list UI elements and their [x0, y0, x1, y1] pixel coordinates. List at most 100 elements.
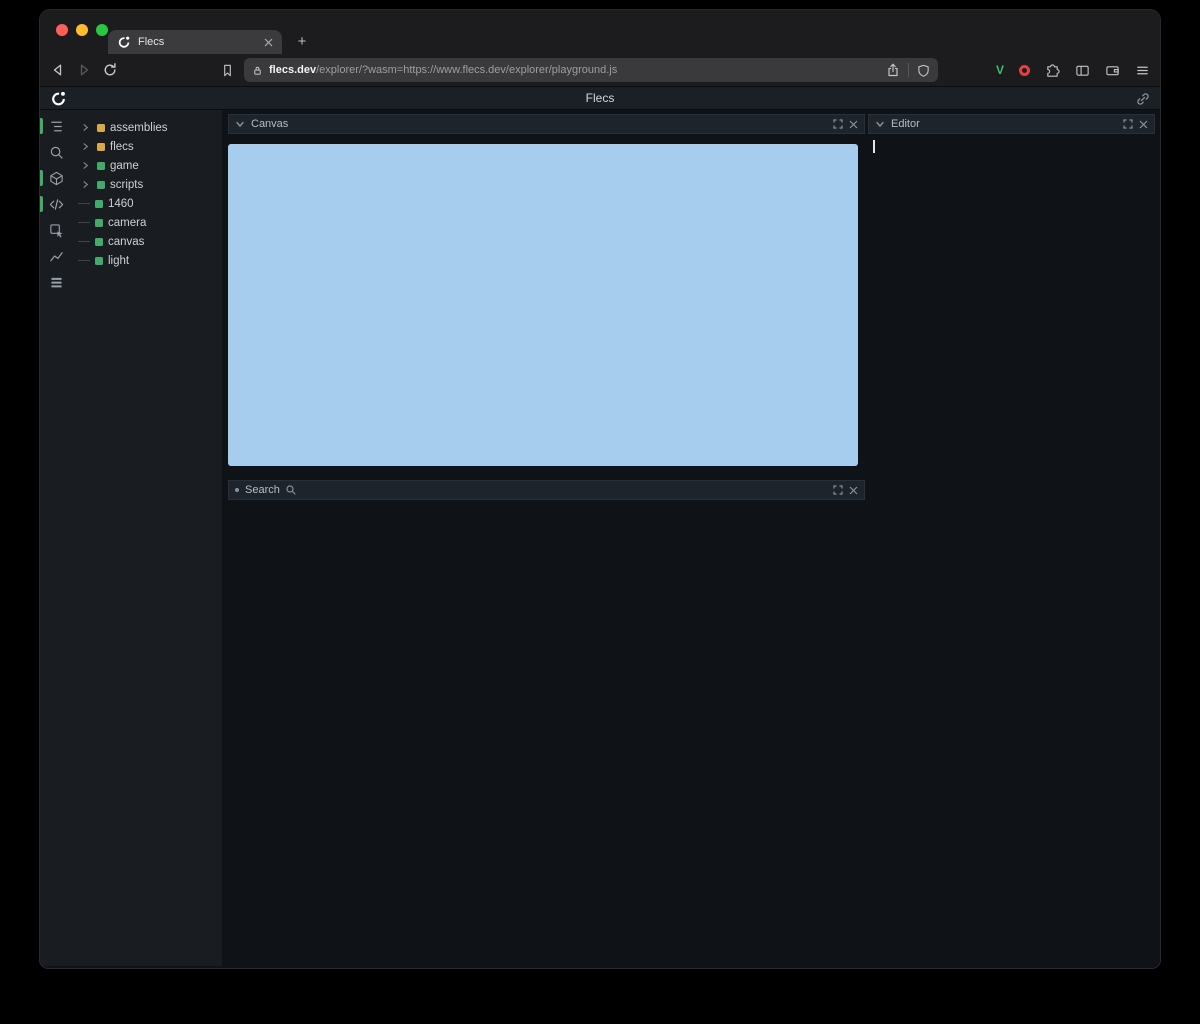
entity-color-swatch	[95, 238, 103, 246]
tree-item[interactable]: game	[72, 156, 222, 175]
chevron-right-icon[interactable]	[78, 123, 92, 132]
canvas-panel: Canvas	[228, 114, 865, 466]
chevron-down-icon[interactable]	[235, 119, 245, 129]
share-icon[interactable]	[886, 63, 900, 77]
tree-connector	[78, 222, 90, 223]
active-indicator	[40, 118, 43, 134]
collapsed-dot-icon[interactable]	[235, 488, 239, 492]
chevron-right-icon[interactable]	[78, 161, 92, 170]
chevron-right-icon[interactable]	[78, 142, 92, 151]
cube-icon	[49, 171, 64, 186]
address-bar[interactable]: flecs.dev/explorer/?wasm=https://www.fle…	[244, 58, 938, 82]
tab-title: Flecs	[138, 36, 257, 48]
app-header: Flecs	[40, 86, 1160, 110]
tree-item-label: game	[110, 160, 139, 172]
window-close-button[interactable]	[56, 24, 68, 36]
extension-circle-icon[interactable]	[1019, 65, 1030, 76]
app-body: assemblies flecs game scripts 1460	[40, 110, 1160, 966]
rail-item-search[interactable]	[40, 144, 72, 160]
entity-color-swatch	[97, 181, 105, 189]
active-indicator	[40, 170, 43, 186]
tree-item-label: light	[108, 255, 129, 267]
inspect-cursor-icon	[49, 223, 64, 238]
flecs-logo-icon	[50, 90, 67, 107]
page-title: Flecs	[586, 91, 615, 105]
tab-close-icon[interactable]	[264, 38, 273, 47]
search-icon	[49, 145, 64, 160]
entity-color-swatch	[97, 162, 105, 170]
browser-tab[interactable]: Flecs	[108, 30, 282, 54]
tree-item[interactable]: light	[72, 251, 222, 270]
entity-color-swatch	[97, 124, 105, 132]
rail-item-code-editor[interactable]	[40, 196, 72, 212]
tree-item-label: flecs	[110, 141, 134, 153]
tree-item[interactable]: 1460	[72, 194, 222, 213]
wallet-icon[interactable]	[1105, 63, 1120, 78]
tree-connector	[78, 260, 90, 261]
menu-icon[interactable]	[1135, 63, 1150, 78]
canvas-panel-header[interactable]: Canvas	[228, 114, 865, 134]
window-minimize-button[interactable]	[76, 24, 88, 36]
rail-item-charts[interactable]	[40, 248, 72, 264]
close-icon[interactable]	[849, 486, 858, 495]
editor-panel-header[interactable]: Editor	[868, 114, 1155, 134]
sidebar-rail	[40, 110, 72, 966]
tree-item[interactable]: scripts	[72, 175, 222, 194]
browser-tab-strip: Flecs +	[40, 10, 1160, 54]
tree-item[interactable]: camera	[72, 213, 222, 232]
editor-panel: Editor	[868, 114, 1155, 962]
close-icon[interactable]	[849, 120, 858, 129]
chevron-down-icon[interactable]	[875, 119, 885, 129]
expand-icon[interactable]	[833, 119, 843, 129]
entity-color-swatch	[95, 200, 103, 208]
forward-button[interactable]	[76, 62, 92, 78]
search-icon	[286, 485, 296, 495]
chart-icon	[49, 249, 64, 264]
puzzle-extensions-icon[interactable]	[1045, 63, 1060, 78]
code-editor-area[interactable]	[868, 134, 1155, 954]
share-link-icon[interactable]	[1136, 92, 1150, 106]
lock-icon	[252, 65, 263, 76]
bookmark-icon[interactable]	[220, 63, 235, 78]
back-button[interactable]	[50, 62, 66, 78]
search-panel-header[interactable]: Search	[228, 480, 865, 500]
reload-button[interactable]	[102, 62, 118, 78]
tree-item[interactable]: canvas	[72, 232, 222, 251]
url-path: /explorer/?wasm=https://www.flecs.dev/ex…	[316, 64, 617, 76]
tree-item-label: canvas	[108, 236, 144, 248]
close-icon[interactable]	[1139, 120, 1148, 129]
code-icon	[49, 197, 64, 212]
window-zoom-button[interactable]	[96, 24, 108, 36]
rail-item-stats[interactable]	[40, 274, 72, 290]
tree-item-label: camera	[108, 217, 146, 229]
chevron-right-icon[interactable]	[78, 180, 92, 189]
webgl-canvas[interactable]	[228, 144, 858, 466]
panel-title: Canvas	[251, 118, 288, 130]
entity-tree-panel: assemblies flecs game scripts 1460	[72, 110, 222, 966]
shield-icon[interactable]	[917, 64, 930, 77]
expand-icon[interactable]	[1123, 119, 1133, 129]
tree-item-label: scripts	[110, 179, 143, 191]
search-panel: Search	[228, 480, 865, 500]
tree-connector	[78, 203, 90, 204]
stats-icon	[49, 275, 64, 290]
browser-toolbar: flecs.dev/explorer/?wasm=https://www.fle…	[40, 54, 1160, 86]
main-content: Canvas Search	[222, 110, 1160, 966]
rail-item-entities-3d[interactable]	[40, 170, 72, 186]
expand-icon[interactable]	[833, 485, 843, 495]
browser-window: Flecs +	[40, 10, 1160, 968]
rail-item-inspect[interactable]	[40, 222, 72, 238]
panel-title: Editor	[891, 118, 920, 130]
tree-icon	[49, 119, 64, 134]
tree-connector	[78, 241, 90, 242]
active-indicator	[40, 196, 43, 212]
panel-title: Search	[245, 484, 280, 496]
new-tab-button[interactable]: +	[292, 32, 312, 52]
rail-item-entity-tree[interactable]	[40, 118, 72, 134]
extension-v-icon[interactable]: V	[996, 63, 1004, 77]
sidebar-toggle-icon[interactable]	[1075, 63, 1090, 78]
tree-item-label: assemblies	[110, 122, 168, 134]
tree-item[interactable]: flecs	[72, 137, 222, 156]
tree-item[interactable]: assemblies	[72, 118, 222, 137]
entity-color-swatch	[97, 143, 105, 151]
